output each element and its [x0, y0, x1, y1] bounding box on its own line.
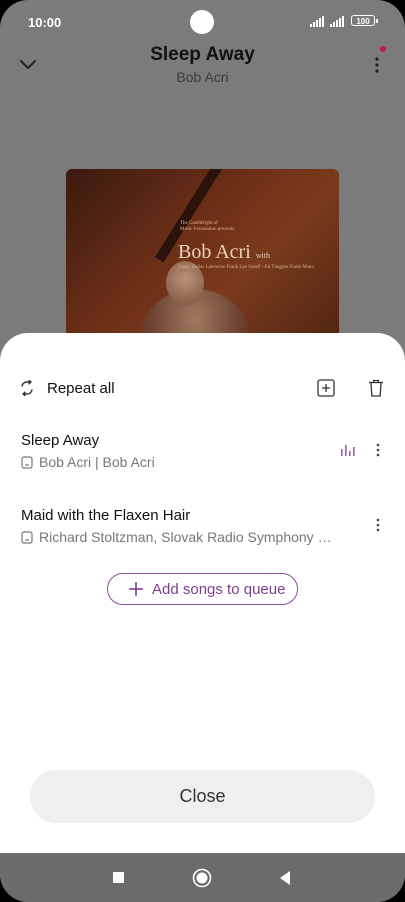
status-bar: 10:00 100 [0, 0, 405, 44]
queue-item[interactable]: Maid with the Flaxen Hair Richard Stoltz… [0, 507, 405, 563]
queue-item-title: Sleep Away [21, 432, 100, 449]
add-songs-to-queue-button[interactable]: Add songs to queue [107, 573, 298, 605]
song-artist: Bob Acri [176, 69, 229, 85]
recents-button[interactable] [113, 872, 124, 883]
clock: 10:00 [28, 15, 62, 30]
notification-dot [380, 46, 386, 52]
queue-sheet: Repeat all Sleep Away Bob Acri | Bob Acr… [0, 333, 405, 853]
front-camera-cutout [190, 10, 214, 34]
plus-icon [129, 582, 143, 596]
screen: 10:00 100 Sleep Away Bob Acri The Candle… [0, 0, 405, 902]
local-file-icon [21, 531, 33, 544]
album-credit-line: Chase Dallas Lawrence Frank Lee Soloff -… [178, 265, 314, 270]
home-button[interactable] [192, 868, 212, 888]
more-options-icon[interactable] [368, 52, 386, 76]
trash-icon[interactable] [368, 379, 384, 397]
back-button[interactable] [279, 870, 291, 886]
repeat-icon[interactable] [18, 380, 36, 396]
queue-item[interactable]: Sleep Away Bob Acri | Bob Acri [0, 432, 405, 488]
signal-icon [310, 16, 324, 27]
album-artist-name: Bob Acri with [178, 241, 271, 263]
battery-icon: 100 [351, 15, 378, 26]
album-credit-small: The Candlelight of Music Foundation pres… [180, 221, 235, 232]
queue-item-subtitle: Richard Stoltzman, Slovak Radio Symphony… [39, 529, 341, 545]
song-title: Sleep Away [150, 44, 255, 65]
queue-item-subtitle: Bob Acri | Bob Acri [39, 454, 155, 470]
signal-icon-2 [330, 16, 344, 27]
queue-item-title: Maid with the Flaxen Hair [21, 507, 191, 524]
add-songs-label: Add songs to queue [152, 581, 286, 598]
repeat-mode-label[interactable]: Repeat all [47, 380, 115, 397]
item-more-icon[interactable] [372, 515, 384, 535]
close-button[interactable]: Close [30, 770, 375, 823]
now-playing-equalizer-icon [341, 445, 355, 456]
local-file-icon [21, 456, 33, 469]
system-nav-bar [0, 853, 405, 902]
add-to-playlist-icon[interactable] [317, 379, 335, 397]
item-more-icon[interactable] [372, 440, 384, 460]
